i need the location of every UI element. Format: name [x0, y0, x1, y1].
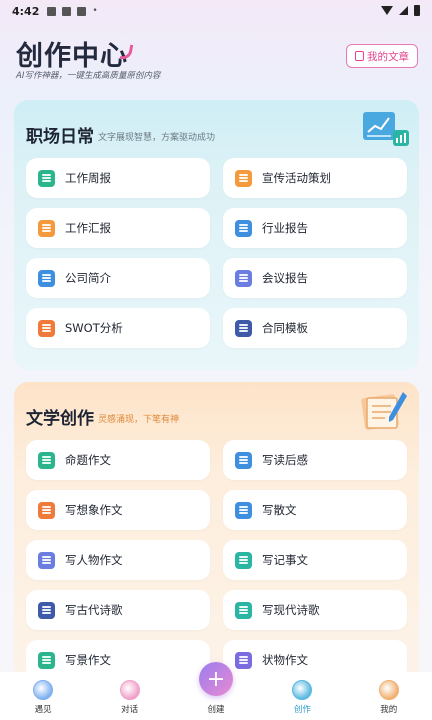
contract-icon [235, 319, 252, 337]
feature-card[interactable]: 公司简介 [26, 258, 210, 298]
create-fab-button[interactable]: + [199, 662, 233, 696]
feature-card[interactable]: 工作汇报 [26, 208, 210, 248]
imagination-essay-icon [38, 501, 55, 519]
feature-card-label: 写人物作文 [65, 553, 123, 567]
nav-item[interactable]: 遇见 [13, 680, 73, 715]
feature-card[interactable]: 行业报告 [223, 208, 407, 248]
feature-card-label: 写古代诗歌 [65, 603, 123, 617]
chat-icon [119, 680, 140, 700]
feature-card-label: 写散文 [262, 503, 297, 517]
meeting-report-icon [235, 269, 252, 287]
nav-item[interactable]: 对话 [100, 680, 160, 715]
object-essay-icon [235, 651, 252, 669]
dot-icon: • [92, 6, 98, 16]
topic-essay-icon [38, 451, 55, 469]
feature-card-label: 公司简介 [65, 271, 111, 285]
weekly-report-icon [38, 169, 55, 187]
feature-card[interactable]: 工作周报 [26, 158, 210, 198]
feature-card[interactable]: 写古代诗歌 [26, 590, 210, 630]
my-articles-label: 我的文章 [367, 50, 409, 63]
feature-card-label: 写想象作文 [65, 503, 123, 517]
page-subtitle: AI写作神器，一键生成高质量原创内容 [16, 71, 161, 81]
nav-item-label: 对话 [121, 705, 139, 715]
feature-card-label: 行业报告 [262, 221, 308, 235]
profile-icon [378, 680, 399, 700]
planet-icon [33, 680, 54, 700]
nav-item-label: 我的 [380, 705, 398, 715]
feature-card-label: 工作周报 [65, 171, 111, 185]
feature-card[interactable]: 合同模板 [223, 308, 407, 348]
classical-poem-icon [38, 601, 55, 619]
feather-icon [292, 680, 313, 700]
battery-icon [414, 5, 420, 16]
nav-item[interactable]: 我的 [359, 680, 419, 715]
feature-card[interactable]: 写想象作文 [26, 490, 210, 530]
image-icon [62, 6, 72, 16]
work-report-icon [38, 219, 55, 237]
page-title: 创作中心 [16, 41, 128, 72]
section-subtitle: 文字展现智慧，方案驱动成功 [98, 133, 216, 143]
prose-icon [235, 501, 252, 519]
industry-report-icon [235, 219, 252, 237]
feature-card-label: 写现代诗歌 [262, 603, 320, 617]
feature-card-label: 写记事文 [262, 553, 308, 567]
title-decoration-icon [119, 43, 134, 61]
feature-card[interactable]: 写散文 [223, 490, 407, 530]
feature-card-label: 写读后感 [262, 453, 308, 467]
nav-item-label: 创作 [293, 705, 311, 715]
feature-card[interactable]: 写现代诗歌 [223, 590, 407, 630]
feature-card-label: 宣传活动策划 [262, 171, 331, 185]
campaign-plan-icon [235, 169, 252, 187]
feature-card[interactable]: 写记事文 [223, 540, 407, 580]
section-subtitle: 灵感涌现，下笔有神 [98, 415, 180, 425]
company-profile-icon [38, 269, 55, 287]
feature-card[interactable]: SWOT分析 [26, 308, 210, 348]
feature-card-label: 工作汇报 [65, 221, 111, 235]
modern-poem-icon [235, 601, 252, 619]
feature-card-label: SWOT分析 [65, 321, 123, 335]
notification-icon [47, 6, 57, 16]
feature-card[interactable]: 会议报告 [223, 258, 407, 298]
feature-card-label: 命题作文 [65, 453, 111, 467]
swot-icon [38, 319, 55, 337]
status-bar: 4:42 • [0, 0, 432, 22]
section-title: 职场日常 [26, 127, 94, 147]
feature-card-label: 合同模板 [262, 321, 308, 335]
feature-card-label: 状物作文 [262, 653, 308, 667]
feature-card-label: 写景作文 [65, 653, 111, 667]
feature-card[interactable]: 宣传活动策划 [223, 158, 407, 198]
notebook-pen-icon [361, 392, 407, 430]
feature-card-label: 会议报告 [262, 271, 308, 285]
character-essay-icon [38, 551, 55, 569]
feature-card[interactable]: 写读后感 [223, 440, 407, 480]
nav-item-label: 遇见 [34, 705, 52, 715]
nav-item[interactable]: 创作 [272, 680, 332, 715]
literature-grid: 命题作文 写读后感写想象作文 写散文写人物作文 写记事文写古代诗歌 写现代诗歌写景作文 状… [26, 440, 407, 680]
chart-board-icon [363, 112, 409, 146]
workplace-grid: 工作周报 宣传活动策划工作汇报 行业报告公司简介 会议报告 SWOT分析 合同模板 [26, 158, 407, 348]
wifi-icon [381, 6, 393, 15]
sim-icon [77, 6, 87, 16]
my-articles-button[interactable]: 我的文章 [346, 44, 418, 68]
signal-icon [399, 6, 408, 15]
document-icon [355, 51, 364, 61]
narrative-icon [235, 551, 252, 569]
scenery-essay-icon [38, 651, 55, 669]
reading-note-icon [235, 451, 252, 469]
nav-item-label: 创建 [207, 705, 225, 715]
feature-card[interactable]: 写人物作文 [26, 540, 210, 580]
section-title: 文学创作 [26, 409, 94, 429]
literature-section: 文学创作 灵感涌现，下笔有神 命题作文 写读后感写想象作文 写散文写人物作文 写记事文… [14, 382, 419, 682]
workplace-section: 职场日常 文字展现智慧，方案驱动成功 工作周报 宣传活动策划工作汇报 行业报告公司简… [14, 100, 419, 370]
status-time: 4:42 [12, 4, 40, 18]
feature-card[interactable]: 命题作文 [26, 440, 210, 480]
